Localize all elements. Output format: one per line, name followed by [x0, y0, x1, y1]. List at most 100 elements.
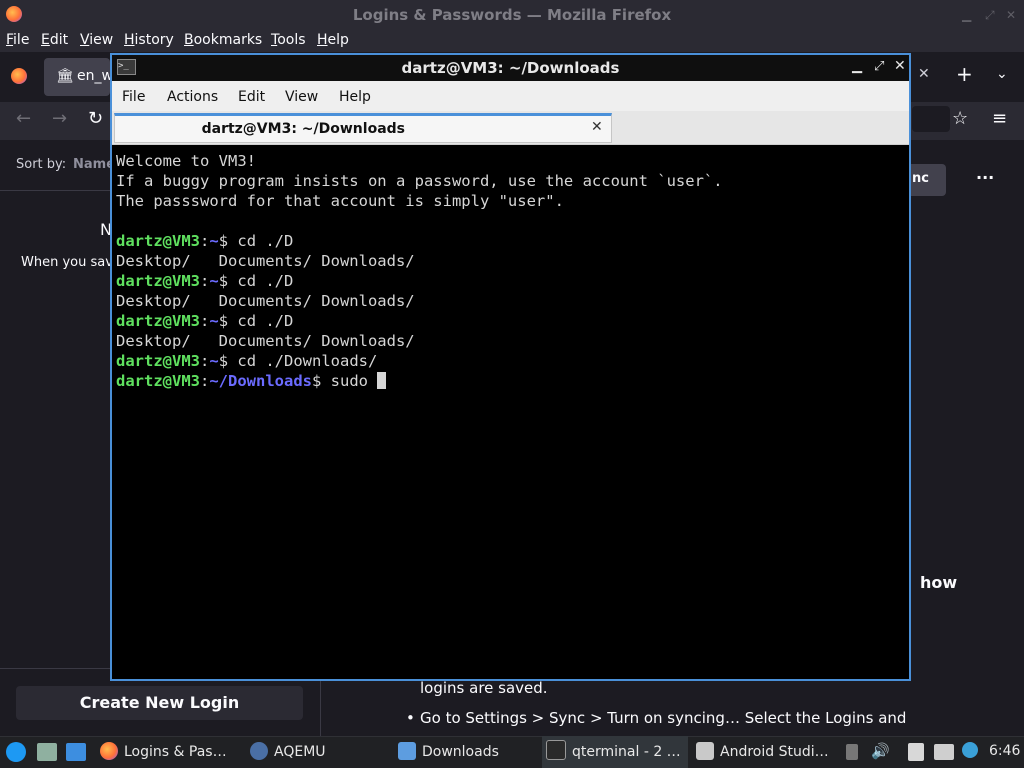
museum-icon: 🏛 [56, 68, 74, 84]
prompt-path: ~ [209, 272, 219, 290]
prompt-dollar: $ [312, 372, 331, 390]
update-notifier-icon[interactable] [962, 742, 978, 758]
clock[interactable]: 6:46 [989, 743, 1020, 759]
terminal-window-title: dartz@VM3: ~/Downloads [401, 59, 620, 77]
terminal-line: The passsword for that account is simply… [116, 192, 564, 210]
sort-by-select[interactable]: Name [73, 157, 115, 172]
firefox-window-title: Logins & Passwords — Mozilla Firefox [352, 6, 672, 24]
terminal-window[interactable]: >_ dartz@VM3: ~/Downloads ▁ ⤢ ✕ File Act… [110, 53, 911, 681]
new-tab-icon[interactable]: + [956, 62, 973, 86]
terminal-output[interactable]: Welcome to VM3! If a buggy program insis… [112, 145, 909, 679]
app-menu-icon[interactable] [6, 742, 26, 762]
list-all-tabs-icon[interactable]: ⌄ [996, 66, 1008, 82]
terminal-text: Welcome to VM3! If a buggy program insis… [116, 151, 723, 391]
prompt-user: dartz@VM3 [116, 352, 200, 370]
firefox-tab-label: en_w [77, 68, 113, 84]
aqemu-icon [250, 742, 268, 760]
create-new-login-button[interactable]: Create New Login [16, 686, 303, 720]
ff-menu-file[interactable]: File [6, 32, 29, 48]
terminal-line: Desktop/ Documents/ Downloads/ [116, 252, 415, 270]
prompt-path: ~ [209, 232, 219, 250]
taskbar-item-downloads[interactable]: Downloads [394, 736, 538, 768]
window-icon [696, 742, 714, 760]
volume-icon[interactable]: 🔊 [871, 742, 890, 760]
more-options-icon[interactable]: ··· [976, 168, 994, 187]
ff-menu-edit[interactable]: Edit [41, 32, 68, 48]
show-desktop-icon[interactable] [66, 743, 86, 761]
close-icon[interactable]: ✕ [1006, 8, 1016, 22]
terminal-menu-view[interactable]: View [285, 89, 318, 105]
network-icon[interactable] [934, 744, 954, 760]
terminal-menu-file[interactable]: File [122, 89, 145, 105]
taskbar-item-label: Android Studi… [720, 744, 829, 760]
terminal-menu-edit[interactable]: Edit [238, 89, 265, 105]
prompt-dollar: $ [218, 352, 238, 370]
prompt-user: dartz@VM3 [116, 312, 200, 330]
sync-button-label: nc [912, 171, 929, 186]
prompt-dollar: $ [218, 312, 238, 330]
folder-icon [398, 742, 416, 760]
prompt-path: ~ [209, 352, 219, 370]
terminal-icon [546, 740, 566, 760]
content-bullet-text: Go to Settings > Sync > Turn on syncing…… [420, 709, 907, 727]
ff-menu-help[interactable]: Help [317, 32, 349, 48]
ff-menu-tools[interactable]: Tools [271, 32, 306, 48]
prompt-dollar: $ [218, 232, 238, 250]
terminal-close-icon[interactable]: ✕ [894, 58, 906, 74]
terminal-tab[interactable]: dartz@VM3: ~/Downloads ✕ [114, 113, 612, 143]
sidebar-empty-text: When you sav [21, 255, 113, 270]
prompt-user: dartz@VM3 [116, 272, 200, 290]
terminal-tab-label: dartz@VM3: ~/Downloads [201, 121, 405, 137]
taskbar-item-aqemu[interactable]: AQEMU [246, 736, 390, 768]
prompt-colon: : [200, 372, 210, 390]
terminal-menu-help[interactable]: Help [339, 89, 371, 105]
prompt-path: ~/Downloads [209, 372, 312, 390]
prompt-colon: : [200, 312, 210, 330]
prompt-dollar: $ [218, 272, 238, 290]
bullet-icon: • [406, 709, 415, 727]
taskbar-item-android-studio[interactable]: Android Studi… [692, 736, 840, 768]
prompt-path: ~ [209, 312, 219, 330]
terminal-cursor [377, 372, 387, 389]
taskbar-item-label: AQEMU [274, 744, 326, 760]
taskbar-item-firefox[interactable]: Logins & Pas… [96, 736, 244, 768]
bookmark-star-icon[interactable]: ☆ [952, 108, 968, 129]
content-heading: how [920, 573, 958, 592]
prompt-user: dartz@VM3 [116, 232, 200, 250]
terminal-maximize-icon[interactable]: ⤢ [874, 59, 884, 74]
terminal-menu-actions[interactable]: Actions [167, 89, 218, 105]
prompt-colon: : [200, 352, 210, 370]
reload-icon[interactable]: ↻ [88, 108, 103, 129]
hamburger-menu-icon[interactable]: ≡ [992, 108, 1007, 129]
taskbar-item-qterminal[interactable]: qterminal - 2 … [542, 736, 688, 768]
url-bar-end[interactable] [912, 106, 950, 132]
back-icon[interactable]: ← [16, 108, 31, 129]
firefox-icon [100, 742, 118, 760]
firefox-view-icon[interactable] [11, 68, 27, 84]
tray-indicator-icon[interactable] [846, 744, 858, 760]
sort-by-label: Sort by: [16, 157, 67, 172]
taskbar-item-label: Logins & Pas… [124, 744, 227, 760]
ff-menu-view[interactable]: View [80, 32, 113, 48]
minimize-icon[interactable]: ▁ [962, 8, 971, 22]
taskbar-item-label: Downloads [422, 744, 499, 760]
terminal-minimize-icon[interactable]: ▁ [852, 59, 862, 74]
terminal-command: sudo [330, 372, 378, 390]
prompt-user: dartz@VM3 [116, 372, 200, 390]
file-manager-launcher-icon[interactable] [37, 743, 57, 761]
terminal-command: cd ./Downloads/ [237, 352, 378, 370]
forward-icon[interactable]: → [52, 108, 67, 129]
clipboard-icon[interactable] [908, 743, 924, 761]
maximize-icon[interactable]: ⤢ [985, 8, 995, 23]
content-text-line: logins are saved. [420, 679, 548, 697]
terminal-tab-close-icon[interactable]: ✕ [591, 119, 603, 135]
ff-menu-history[interactable]: History [124, 32, 174, 48]
taskbar-item-label: qterminal - 2 … [572, 744, 681, 760]
tab-close-icon[interactable]: ✕ [918, 66, 930, 82]
terminal-command: cd ./D [237, 312, 294, 330]
terminal-line: Desktop/ Documents/ Downloads/ [116, 292, 415, 310]
prompt-colon: : [200, 272, 210, 290]
terminal-line: Welcome to VM3! [116, 152, 256, 170]
terminal-command: cd ./D [237, 272, 294, 290]
ff-menu-bookmarks[interactable]: Bookmarks [184, 32, 262, 48]
